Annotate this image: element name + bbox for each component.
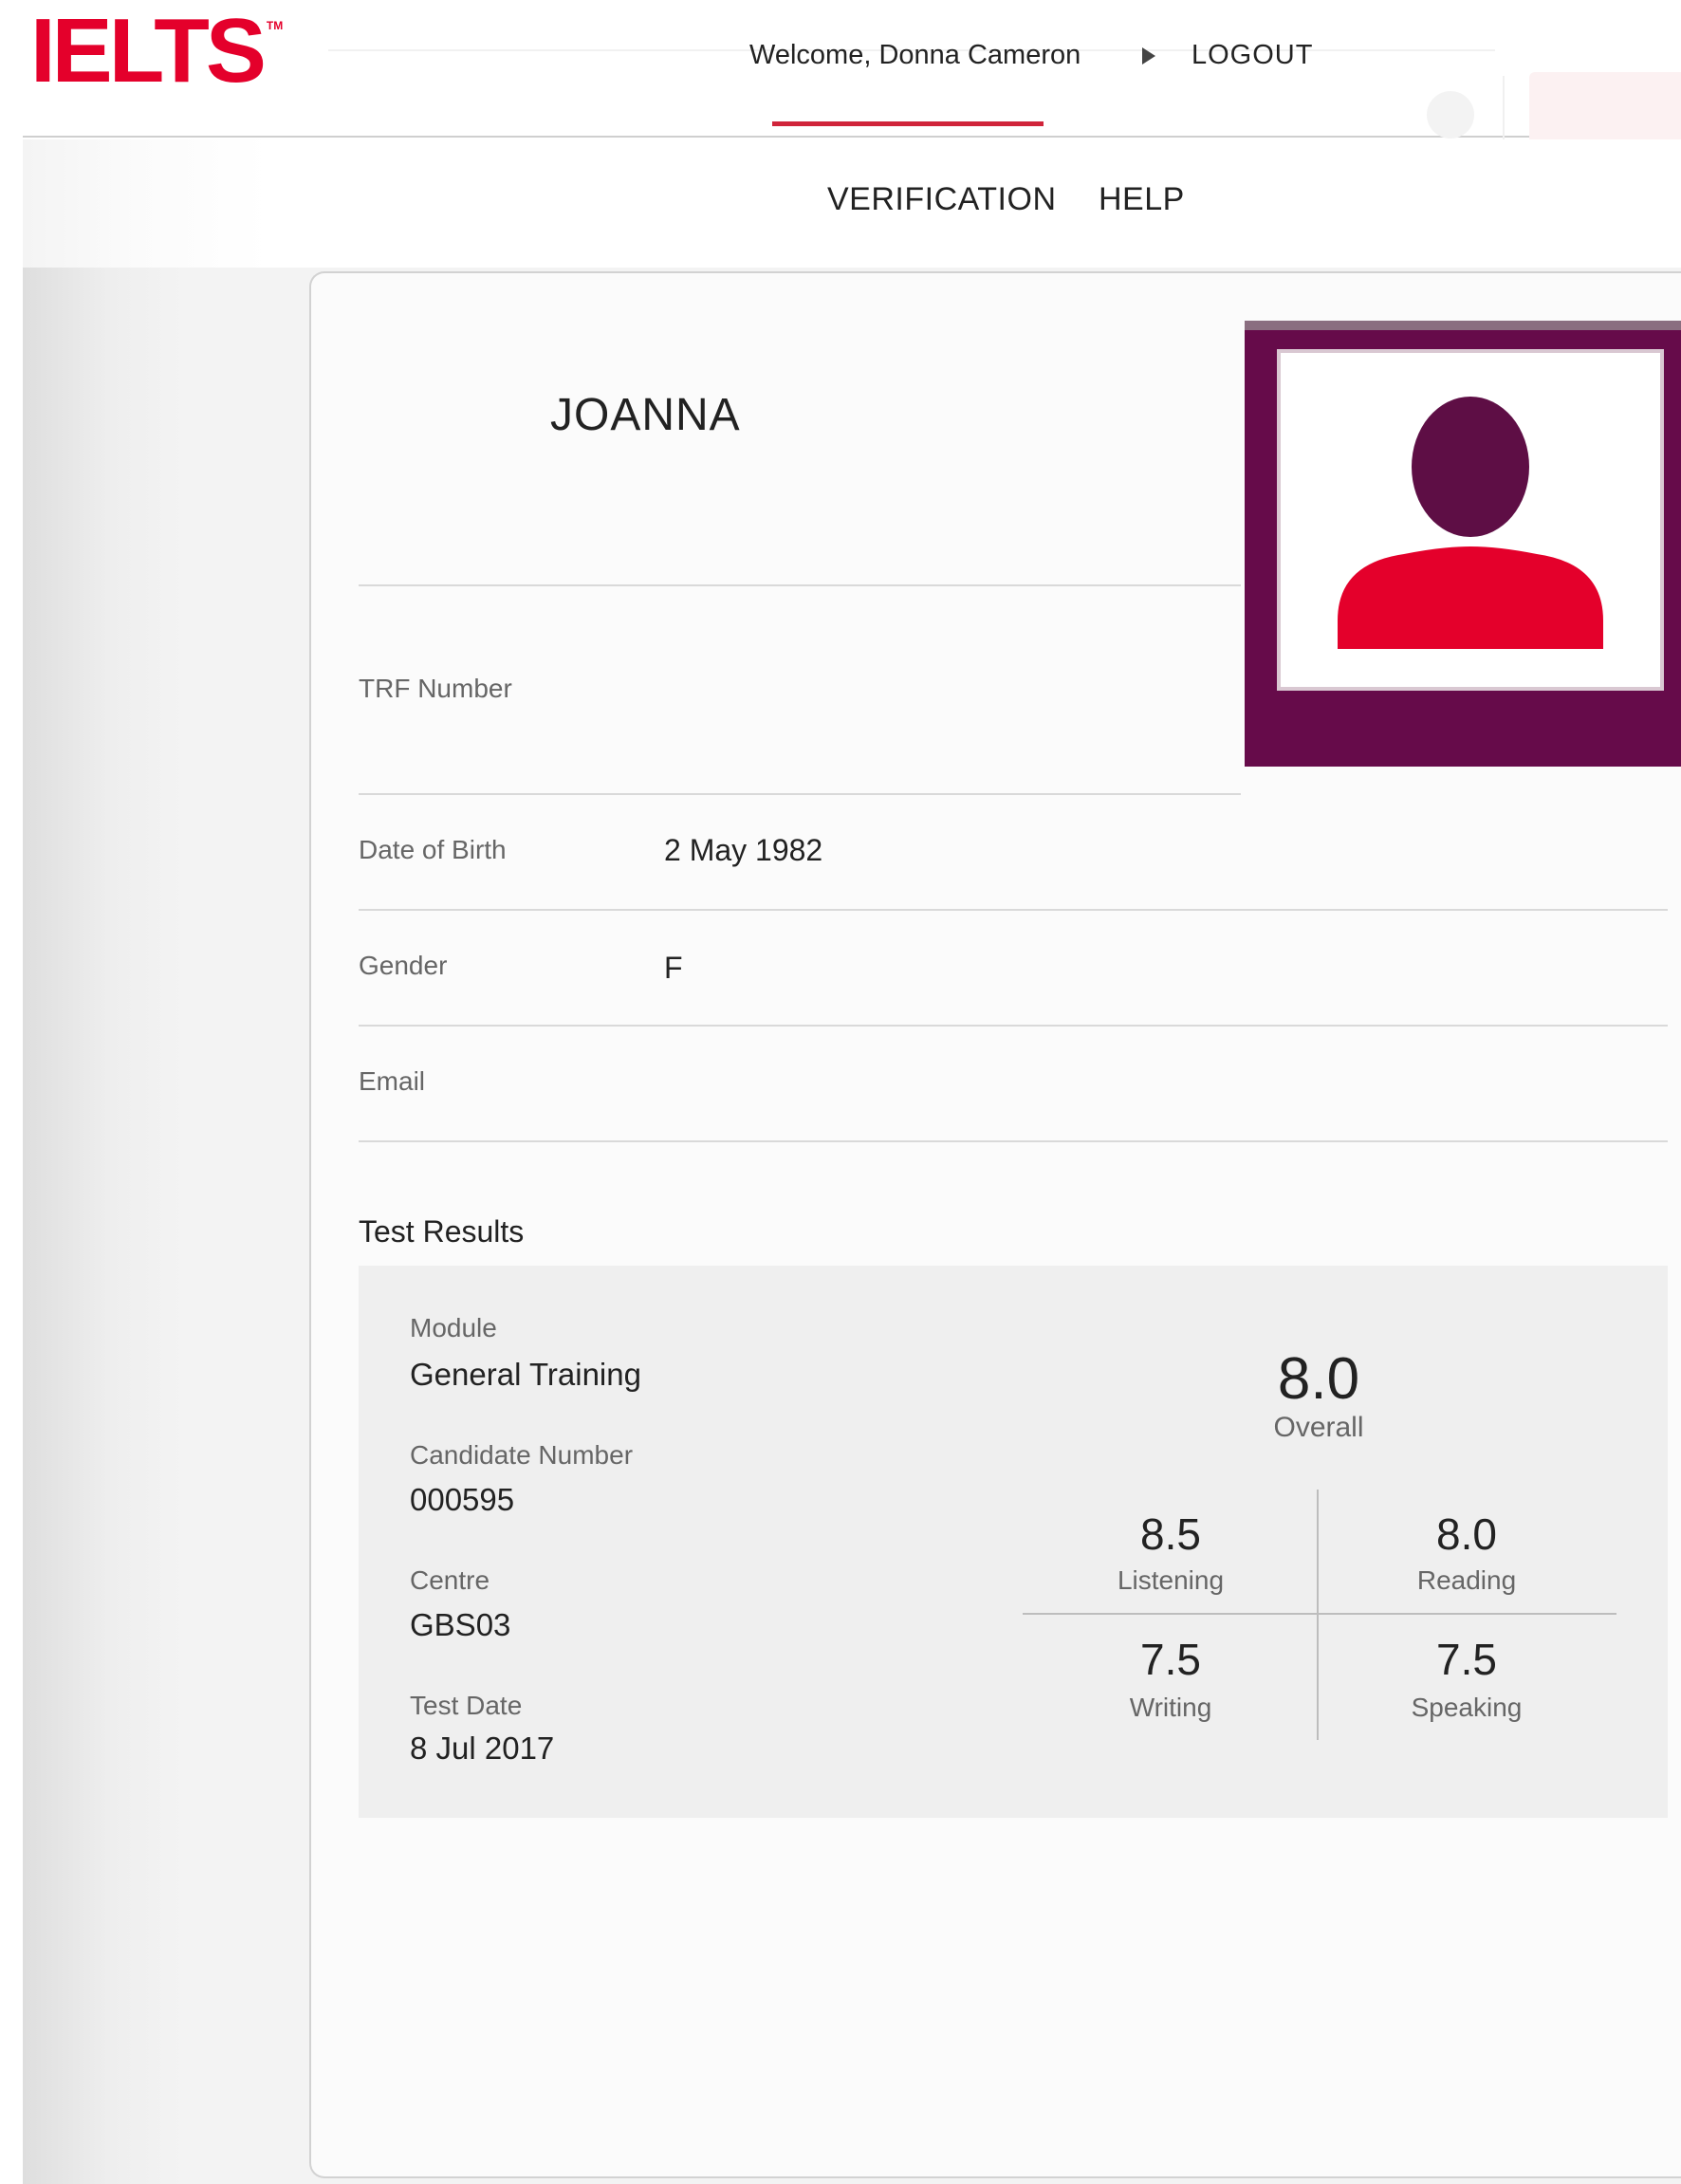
writing-label: Writing [1129,1693,1212,1722]
left-edge [0,0,23,2184]
logout-link[interactable]: LOGOUT [1191,40,1313,71]
speaking-score: 7.5 [1436,1635,1497,1684]
candidate-number-value: 000595 [410,1482,515,1517]
score-grid-vertical-line [1317,1490,1319,1740]
candidate-name: JOANNA [550,390,741,440]
divider [359,584,1241,586]
background-search-icon [1427,91,1474,139]
user-avatar-icon [1338,397,1603,649]
logo-text: IELTS [30,0,267,102]
divider [359,909,1668,911]
active-tab-indicator [772,121,1044,126]
test-results-heading: Test Results [359,1214,525,1249]
header: IELTS TM Welcome, Donna Cameron LOGOUT [23,0,1681,165]
divider [359,1025,1668,1027]
overall-score: 8.0 [1277,1346,1360,1412]
module-value: General Training [410,1357,641,1392]
centre-label: Centre [410,1565,490,1595]
tab-help[interactable]: HELP [1099,181,1185,218]
test-date-value: 8 Jul 2017 [410,1731,555,1766]
writing-score: 7.5 [1140,1635,1201,1684]
photo-frame-topline [1245,321,1681,330]
module-label: Module [410,1313,497,1342]
candidate-photo-frame [1245,321,1681,767]
gender-label: Gender [359,951,448,980]
divider [359,1140,1668,1142]
speaking-label: Speaking [1411,1693,1523,1722]
main-nav: VERIFICATION HELP [23,139,1681,268]
listening-label: Listening [1117,1565,1225,1595]
overall-label: Overall [1273,1412,1364,1443]
reading-score: 8.0 [1436,1509,1497,1559]
date-of-birth-value: 2 May 1982 [664,833,823,867]
gender-value: F [664,951,683,985]
tab-verification[interactable]: VERIFICATION [827,181,1057,218]
ielts-logo[interactable]: IELTS TM [30,4,283,99]
logo-trademark: TM [266,19,284,32]
candidate-photo [1277,349,1664,691]
test-results-panel: Module General Training Candidate Number… [359,1266,1668,1818]
ielts-verification-page: IELTS TM Welcome, Donna Cameron LOGOUT V… [0,0,1681,2184]
score-grid-horizontal-line [1023,1613,1616,1615]
divider [359,793,1241,795]
play-arrow-icon [1142,47,1155,65]
candidate-number-label: Candidate Number [410,1440,634,1470]
listening-score: 8.5 [1140,1509,1201,1559]
reading-label: Reading [1416,1565,1517,1595]
email-label: Email [359,1066,426,1096]
centre-value: GBS03 [410,1607,511,1642]
test-date-label: Test Date [410,1691,523,1720]
welcome-text: Welcome, Donna Cameron [749,40,1081,70]
background-divider [1503,76,1505,142]
date-of-birth-label: Date of Birth [359,835,507,864]
trf-number-label: TRF Number [359,674,512,703]
